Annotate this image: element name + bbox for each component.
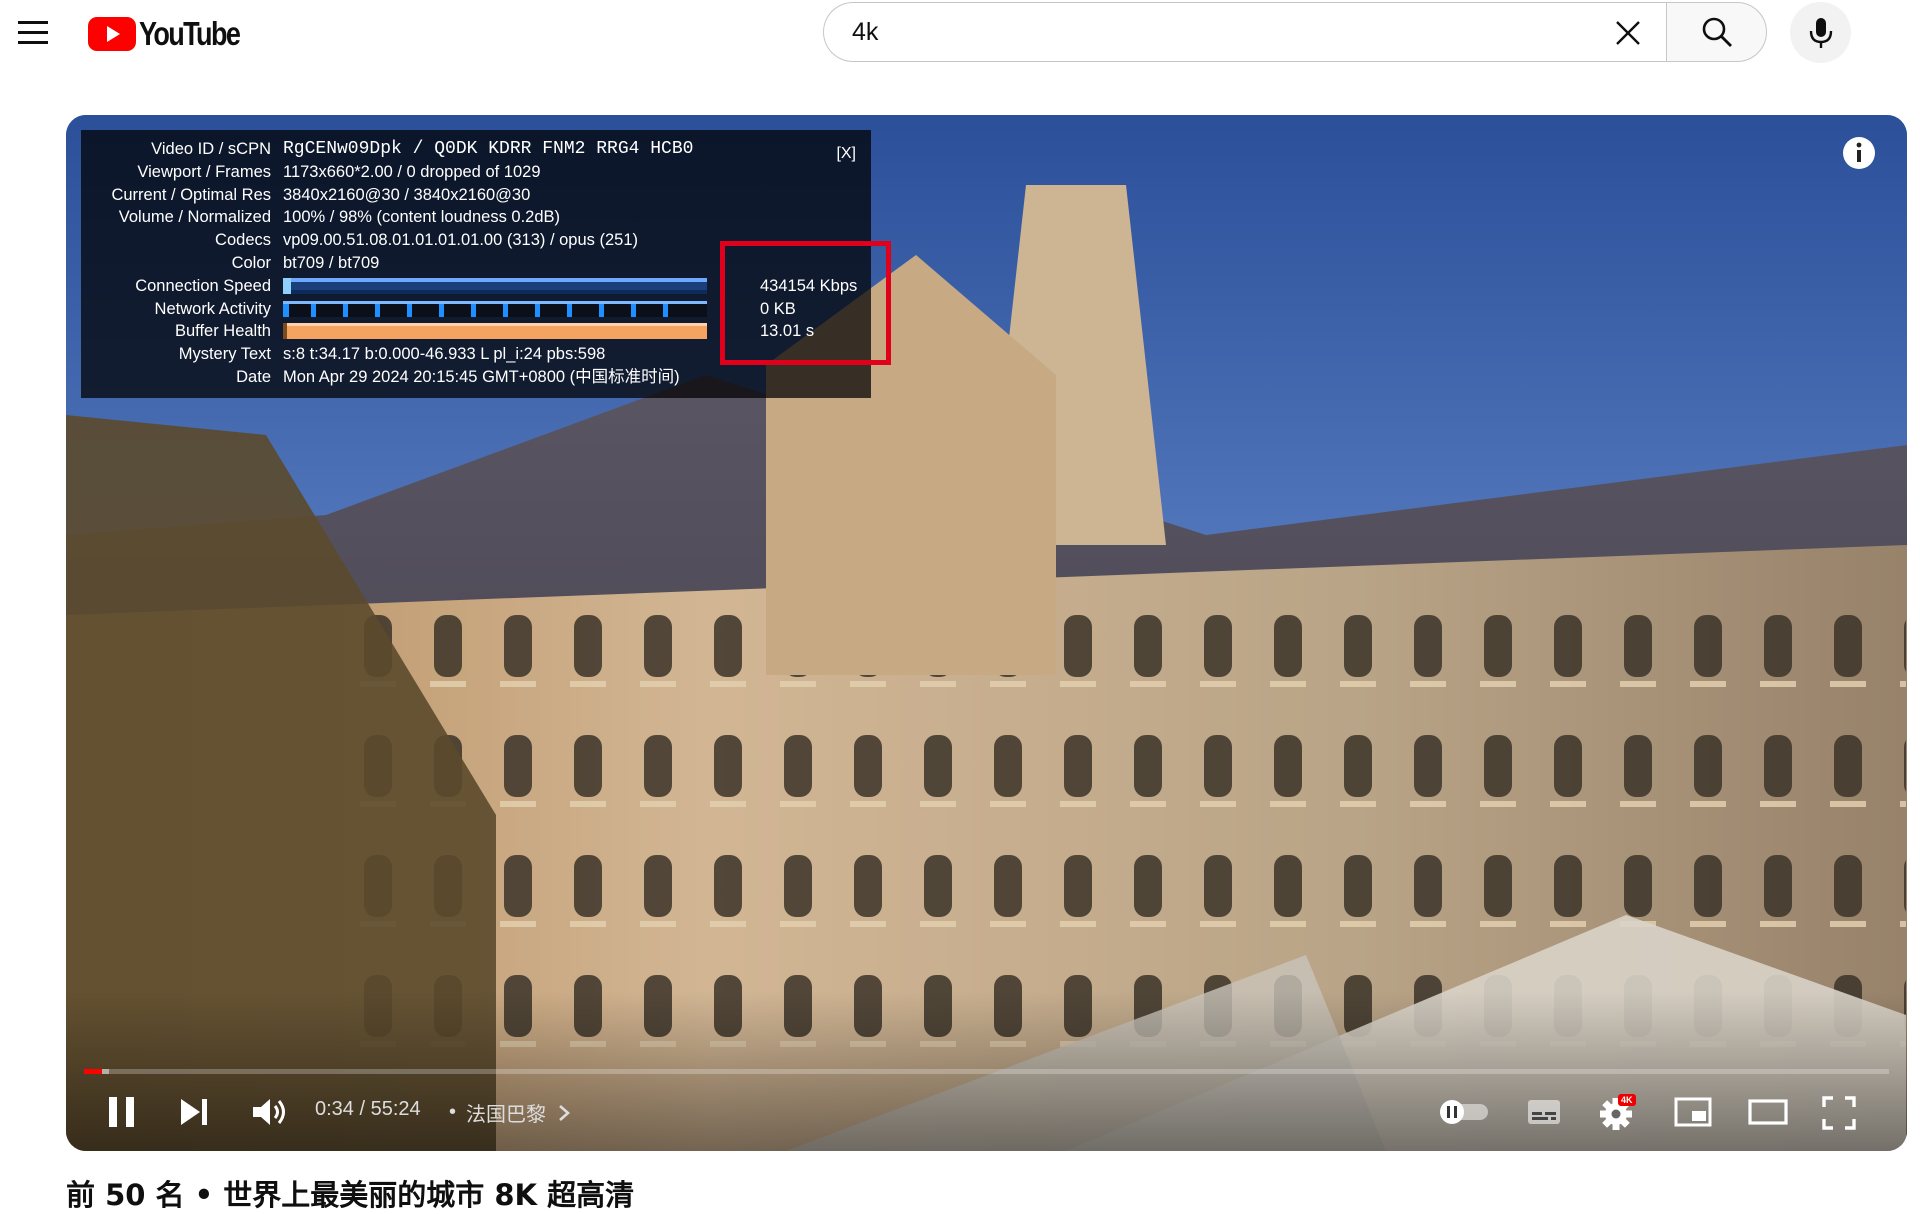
stat-label: Viewport / Frames [137, 162, 271, 181]
stat-row-date: Date Mon Apr 29 2024 20:15:45 GMT+0800 (… [81, 366, 871, 389]
stat-label: Buffer Health [174, 322, 271, 341]
stat-label: Color [231, 253, 271, 272]
video-title: 前 50 名 • 世界上最美丽的城市 8K 超高清 [66, 1178, 635, 1212]
chevron-right-icon [559, 1104, 570, 1121]
quality-badge: 4K [1618, 1094, 1636, 1106]
stat-label: Current / Optimal Res [111, 185, 271, 204]
time-current: 0:34 [315, 1098, 354, 1120]
stat-label: Connection Speed [135, 276, 271, 295]
connection-speed-graph [283, 277, 707, 294]
stat-value: 1173x660*2.00 / 0 dropped of 1029 [283, 162, 541, 181]
stat-value: 100% / 98% (content loudness 0.2dB) [283, 208, 561, 227]
theater-icon[interactable] [1748, 1098, 1788, 1126]
chapter-button[interactable]: • 法国巴黎 [449, 1098, 572, 1127]
stat-label: Volume / Normalized [118, 208, 271, 227]
youtube-logo[interactable]: YouTube [88, 14, 261, 54]
chapter-title: 法国巴黎 [466, 1104, 547, 1126]
search-icon [1702, 17, 1732, 47]
clear-icon[interactable] [1612, 17, 1644, 49]
stat-label: Mystery Text [178, 345, 271, 364]
stat-value: Mon Apr 29 2024 20:15:45 GMT+0800 (中国标准时… [283, 367, 680, 386]
player-controls: 0:34 / 55:24 • 法国巴黎 4K [66, 1076, 1907, 1151]
time-display: 0:34 / 55:24 [315, 1098, 421, 1121]
stat-row-volume: Volume / Normalized 100% / 98% (content … [81, 206, 871, 229]
stat-label: Video ID / sCPN [151, 140, 271, 158]
fullscreen-icon[interactable] [1822, 1096, 1856, 1130]
stat-label: Codecs [215, 231, 271, 250]
video-player[interactable]: [X] Video ID / sCPN RgCENw09Dpk / Q0DK K… [66, 115, 1907, 1151]
time-total: 55:24 [370, 1098, 421, 1120]
autoplay-toggle-icon[interactable] [1438, 1098, 1490, 1126]
buffer-health-graph [283, 323, 707, 340]
stat-value: bt709 / bt709 [283, 253, 380, 272]
time-separator: / [353, 1098, 371, 1120]
settings-button[interactable]: 4K [1598, 1092, 1640, 1132]
miniplayer-icon[interactable] [1674, 1096, 1712, 1128]
network-activity-graph [283, 300, 707, 317]
mic-icon [1809, 17, 1832, 48]
logo-text: YouTube [139, 15, 241, 52]
stat-value: vp09.00.51.08.01.01.01.01.00 (313) / opu… [283, 231, 639, 250]
stat-row-video-id: Video ID / sCPN RgCENw09Dpk / Q0DK KDRR … [81, 138, 871, 161]
search-input[interactable] [850, 16, 1554, 48]
next-icon[interactable] [178, 1096, 210, 1128]
progress-bar[interactable] [84, 1069, 1889, 1074]
menu-icon[interactable] [18, 20, 48, 44]
stat-label: Date [236, 367, 271, 386]
subtitles-icon[interactable] [1526, 1096, 1562, 1128]
search-box[interactable] [823, 2, 1666, 62]
voice-search-button[interactable] [1790, 2, 1851, 63]
pause-icon[interactable] [106, 1094, 138, 1130]
stat-value: 3840x2160@30 / 3840x2160@30 [283, 185, 531, 204]
progress-played [84, 1069, 103, 1074]
stat-value: s:8 t:34.17 b:0.000-46.933 L pl_i:24 pbs… [283, 345, 606, 364]
youtube-logo-icon [88, 17, 136, 51]
stat-row-viewport: Viewport / Frames 1173x660*2.00 / 0 drop… [81, 161, 871, 184]
stat-row-resolution: Current / Optimal Res 3840x2160@30 / 384… [81, 184, 871, 207]
stat-value: RgCENw09Dpk / Q0DK KDRR FNM2 RRG4 HCB0 [283, 139, 694, 159]
info-icon[interactable] [1841, 135, 1877, 171]
stat-label: Network Activity [154, 299, 271, 318]
search-button[interactable] [1666, 2, 1767, 62]
chapter-separator: • [449, 1101, 457, 1123]
highlight-annotation-box [720, 241, 891, 365]
volume-icon[interactable] [250, 1096, 290, 1128]
